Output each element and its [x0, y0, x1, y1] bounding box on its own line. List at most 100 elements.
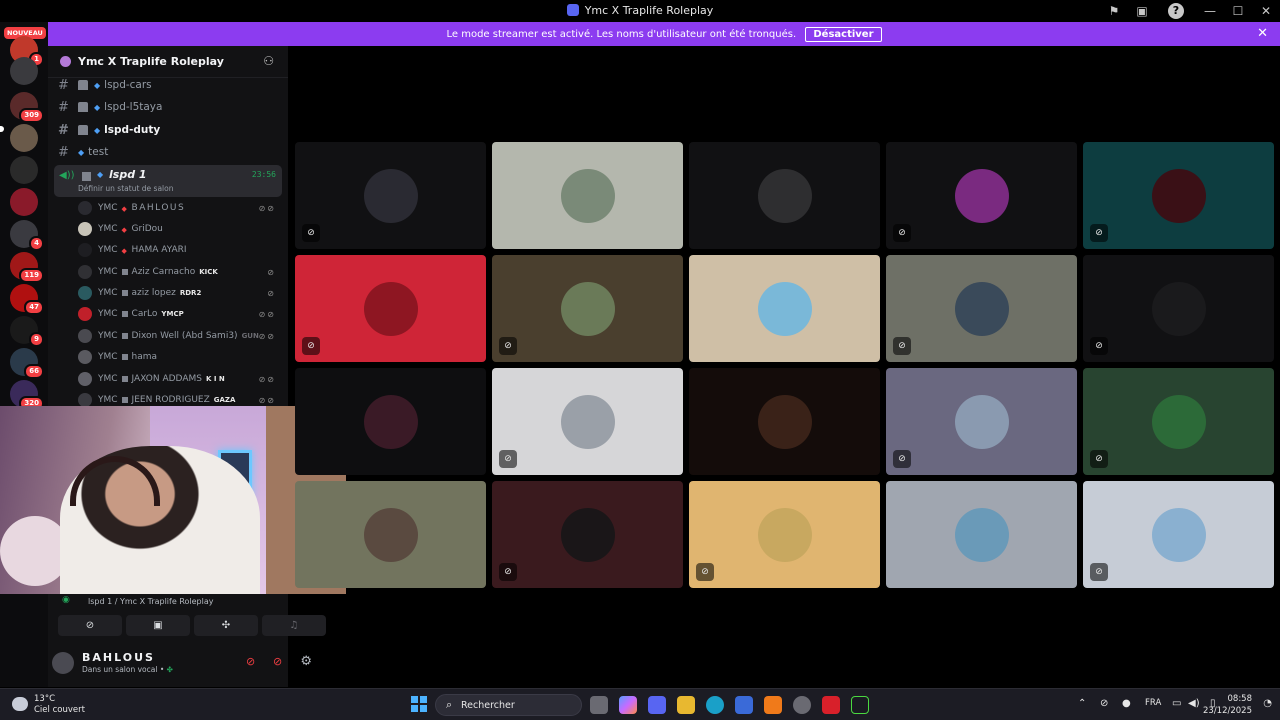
close-window-button[interactable]: ✕	[1252, 4, 1280, 18]
participant-tile[interactable]	[295, 481, 486, 588]
participant-tile[interactable]: ⊘	[886, 142, 1077, 249]
role-badge: GUN	[241, 332, 259, 340]
voice-user[interactable]: YMC JAXON ADDAMS K I N ⊘⊘	[78, 369, 278, 389]
participant-tile[interactable]: ⊘	[492, 255, 683, 362]
mic-muted-icon[interactable]: ⊘	[246, 655, 255, 668]
set-channel-status[interactable]: Définir un statut de salon	[78, 184, 173, 193]
participant-tile[interactable]	[295, 368, 486, 475]
notification-bell-icon[interactable]: ◔	[1263, 698, 1272, 709]
invite-icon[interactable]: ⚇	[263, 54, 274, 68]
participant-tile[interactable]	[689, 368, 880, 475]
avatar	[78, 243, 92, 257]
server-logo-icon	[566, 4, 579, 16]
task-view-icon[interactable]	[590, 696, 608, 714]
voice-user[interactable]: YMC ◆ HAMA AYARI	[78, 240, 278, 260]
participant-tile[interactable]: ⊘	[1083, 481, 1274, 588]
app-icon[interactable]	[764, 696, 782, 714]
server-icon	[60, 56, 71, 67]
gear-icon[interactable]: ⚙	[300, 654, 312, 669]
search-box[interactable]: ⌕ Rechercher	[435, 694, 582, 716]
edge-icon[interactable]	[706, 696, 724, 714]
user-icon	[78, 80, 88, 90]
server-icon[interactable]: 320	[10, 380, 44, 411]
server-icon[interactable]: 4	[10, 220, 44, 251]
role-badge: RDR2	[179, 289, 202, 297]
close-banner-icon[interactable]: ✕	[1257, 26, 1268, 41]
app-icon[interactable]	[851, 696, 869, 714]
clock[interactable]: 08:58 23/12/2025	[1203, 693, 1252, 717]
toggle-camera-button[interactable]: ⊘	[58, 615, 122, 636]
server-icon[interactable]: 47	[10, 284, 44, 315]
app-icon[interactable]	[793, 696, 811, 714]
participant-tile[interactable]: ⊘	[886, 255, 1077, 362]
language-indicator[interactable]: FRA	[1145, 698, 1161, 708]
participant-tile[interactable]: ⊘	[1083, 368, 1274, 475]
voice-user[interactable]: YMC hama	[78, 347, 278, 367]
file-explorer-icon[interactable]	[677, 696, 695, 714]
participant-tile[interactable]: ⊘	[492, 368, 683, 475]
headphones-muted-icon[interactable]: ⊘	[273, 655, 282, 668]
speaker-icon: ◀))	[59, 170, 75, 181]
inbox-flag-icon[interactable]: ⚑	[1100, 4, 1128, 18]
participant-avatar	[954, 168, 1009, 223]
discord-app-icon[interactable]	[648, 696, 666, 714]
server-icon[interactable]	[10, 156, 38, 184]
muted-icon: ⊘	[893, 337, 911, 355]
server-icon[interactable]: 66	[10, 348, 44, 379]
avatar[interactable]	[52, 652, 74, 674]
soundboard-button[interactable]: ♫	[262, 615, 326, 636]
help-icon[interactable]: ?	[1168, 2, 1184, 19]
participant-tile[interactable]	[492, 142, 683, 249]
participant-tile[interactable]: ⊘	[689, 481, 880, 588]
user-panel: BAHLOUS Dans un salon vocal • ✤ ⊘ ⊘ ⚙	[48, 646, 324, 682]
app-icon[interactable]	[822, 696, 840, 714]
server-icon[interactable]	[10, 124, 38, 152]
share-screen-button[interactable]: ▣	[126, 615, 190, 636]
participant-tile[interactable]: ⊘	[886, 368, 1077, 475]
voice-user[interactable]: YMC aziz lopez RDR2 ⊘	[78, 283, 278, 303]
activities-button[interactable]: ✣	[194, 615, 258, 636]
voice-connection-label[interactable]: lspd 1 / Ymc X Traplife Roleplay	[88, 597, 214, 606]
channel-lspd-cars[interactable]: # ◆ lspd-cars	[58, 75, 282, 95]
voice-user[interactable]: YMC ◆ GriDou	[78, 219, 278, 239]
mute-icon: ⊘	[267, 267, 276, 277]
voice-user[interactable]: YMC ◆ BAHLOUS ⊘⊘	[78, 198, 278, 218]
participant-tile[interactable]	[689, 142, 880, 249]
cloud-icon	[12, 697, 28, 711]
voice-channel-lspd-1[interactable]: ◀)) ◆ lspd 1 23:56 Définir un statut de …	[54, 165, 282, 197]
server-icon[interactable]: 309	[10, 92, 44, 123]
participant-tile[interactable]: ⊘	[1083, 142, 1274, 249]
screen-icon[interactable]: ▣	[1128, 4, 1156, 18]
participant-tile[interactable]: ⊘	[295, 255, 486, 362]
maximize-button[interactable]: ☐	[1224, 4, 1252, 18]
voice-user[interactable]: YMC Dixon Well (Abd Sami3) GUN ⊘⊘	[78, 326, 278, 346]
network-icon[interactable]: ⊘	[1100, 698, 1108, 709]
server-icon[interactable]: 119	[10, 252, 44, 283]
chevron-up-icon[interactable]: ⌃	[1078, 698, 1086, 709]
mute-deafen-icons: ⊘⊘	[258, 309, 276, 319]
screen-share-icon: ▣	[153, 620, 163, 631]
server-icon[interactable]: 9	[10, 316, 44, 347]
participant-tile[interactable]	[689, 255, 880, 362]
disable-streamer-mode-button[interactable]: Désactiver	[805, 27, 882, 42]
participant-tile[interactable]: ⊘	[1083, 255, 1274, 362]
avatar	[78, 222, 92, 236]
server-icon[interactable]	[10, 57, 38, 85]
server-icon[interactable]	[10, 188, 38, 216]
volume-icon[interactable]: ◀)	[1188, 698, 1200, 709]
channel-lspd-l5taya[interactable]: # ◆ lspd-l5taya	[58, 97, 282, 117]
participant-tile[interactable]: ⊘	[492, 481, 683, 588]
display-icon[interactable]: ▭	[1172, 698, 1181, 709]
mic-icon[interactable]: ●	[1122, 698, 1131, 709]
minimize-button[interactable]: —	[1196, 4, 1224, 18]
participant-tile[interactable]	[886, 481, 1077, 588]
channel-test[interactable]: # ◆ test	[58, 142, 282, 162]
channel-lspd-duty[interactable]: # ◆ lspd-duty	[58, 120, 282, 140]
store-icon[interactable]	[735, 696, 753, 714]
participant-tile[interactable]: ⊘	[295, 142, 486, 249]
voice-user[interactable]: YMC Aziz Carnacho KICK ⊘	[78, 262, 278, 282]
voice-user[interactable]: YMC CarLo YMCP ⊘⊘	[78, 304, 278, 324]
copilot-icon[interactable]	[619, 696, 637, 714]
server-header[interactable]: Ymc X Traplife Roleplay ⌄ ⚇	[48, 46, 288, 78]
start-button[interactable]	[411, 696, 427, 712]
